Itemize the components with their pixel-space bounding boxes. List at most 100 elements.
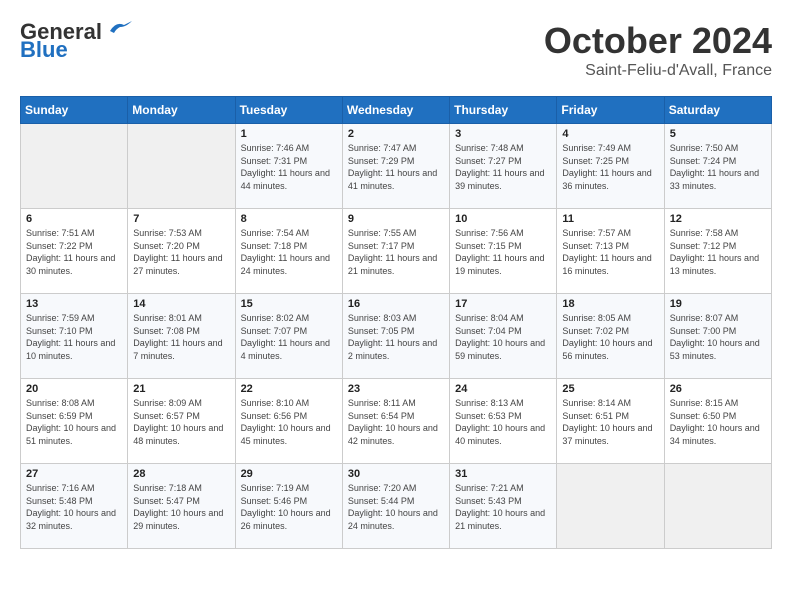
- calendar-cell: 6 Sunrise: 7:51 AMSunset: 7:22 PMDaylight…: [21, 209, 128, 294]
- day-info: Sunrise: 7:47 AMSunset: 7:29 PMDaylight:…: [348, 142, 444, 192]
- day-number: 6: [26, 213, 122, 225]
- calendar-cell: 11 Sunrise: 7:57 AMSunset: 7:13 PMDayligh…: [557, 209, 664, 294]
- calendar-cell: 24 Sunrise: 8:13 AMSunset: 6:53 PMDayligh…: [450, 379, 557, 464]
- day-info: Sunrise: 7:19 AMSunset: 5:46 PMDaylight:…: [241, 482, 337, 532]
- day-info: Sunrise: 7:54 AMSunset: 7:18 PMDaylight:…: [241, 227, 337, 277]
- day-number: 25: [562, 383, 658, 395]
- calendar-cell: 2Sunrise: 7:47 AMSunset: 7:29 PMDaylight…: [342, 124, 449, 209]
- header-sunday: Sunday: [21, 97, 128, 124]
- day-number: 15: [241, 298, 337, 310]
- day-number: 16: [348, 298, 444, 310]
- calendar-cell: 26Sunrise: 8:15 AMSunset: 6:50 PMDayligh…: [664, 379, 771, 464]
- day-info: Sunrise: 7:18 AMSunset: 5:47 PMDaylight:…: [133, 482, 229, 532]
- day-info: Sunrise: 8:03 AMSunset: 7:05 PMDaylight:…: [348, 312, 444, 362]
- calendar-cell: 27 Sunrise: 7:16 AMSunset: 5:48 PMDayligh…: [21, 464, 128, 549]
- calendar-header-row: SundayMondayTuesdayWednesdayThursdayFrid…: [21, 97, 772, 124]
- week-row-2: 6 Sunrise: 7:51 AMSunset: 7:22 PMDaylight…: [21, 209, 772, 294]
- day-info: Sunrise: 8:09 AMSunset: 6:57 PMDaylight:…: [133, 397, 229, 447]
- month-title: October 2024: [544, 20, 772, 62]
- week-row-4: 20 Sunrise: 8:08 AMSunset: 6:59 PMDayligh…: [21, 379, 772, 464]
- day-info: Sunrise: 7:53 AMSunset: 7:20 PMDaylight:…: [133, 227, 229, 277]
- day-info: Sunrise: 8:07 AMSunset: 7:00 PMDaylight:…: [670, 312, 766, 362]
- calendar-cell: 13 Sunrise: 7:59 AMSunset: 7:10 PMDayligh…: [21, 294, 128, 379]
- page-header: General Blue October 2024 Saint-Feliu-d'…: [20, 20, 772, 80]
- day-info: Sunrise: 7:16 AMSunset: 5:48 PMDaylight:…: [26, 482, 122, 532]
- day-number: 13: [26, 298, 122, 310]
- calendar-cell: 17Sunrise: 8:04 AMSunset: 7:04 PMDayligh…: [450, 294, 557, 379]
- day-info: Sunrise: 8:05 AMSunset: 7:02 PMDaylight:…: [562, 312, 658, 362]
- calendar-cell: 31Sunrise: 7:21 AMSunset: 5:43 PMDayligh…: [450, 464, 557, 549]
- day-info: Sunrise: 8:14 AMSunset: 6:51 PMDaylight:…: [562, 397, 658, 447]
- calendar-cell: 9 Sunrise: 7:55 AMSunset: 7:17 PMDaylight…: [342, 209, 449, 294]
- calendar-cell: 21 Sunrise: 8:09 AMSunset: 6:57 PMDayligh…: [128, 379, 235, 464]
- header-friday: Friday: [557, 97, 664, 124]
- day-info: Sunrise: 7:57 AMSunset: 7:13 PMDaylight:…: [562, 227, 658, 277]
- day-info: Sunrise: 7:59 AMSunset: 7:10 PMDaylight:…: [26, 312, 122, 362]
- calendar-cell: [664, 464, 771, 549]
- week-row-3: 13 Sunrise: 7:59 AMSunset: 7:10 PMDayligh…: [21, 294, 772, 379]
- day-number: 20: [26, 383, 122, 395]
- calendar-cell: 25 Sunrise: 8:14 AMSunset: 6:51 PMDayligh…: [557, 379, 664, 464]
- day-info: Sunrise: 8:02 AMSunset: 7:07 PMDaylight:…: [241, 312, 337, 362]
- calendar-cell: 20 Sunrise: 8:08 AMSunset: 6:59 PMDayligh…: [21, 379, 128, 464]
- calendar-cell: 30Sunrise: 7:20 AMSunset: 5:44 PMDayligh…: [342, 464, 449, 549]
- calendar-cell: 16 Sunrise: 8:03 AMSunset: 7:05 PMDayligh…: [342, 294, 449, 379]
- day-number: 22: [241, 383, 337, 395]
- header-saturday: Saturday: [664, 97, 771, 124]
- calendar-cell: 28 Sunrise: 7:18 AMSunset: 5:47 PMDayligh…: [128, 464, 235, 549]
- header-tuesday: Tuesday: [235, 97, 342, 124]
- calendar-cell: 5Sunrise: 7:50 AMSunset: 7:24 PMDaylight…: [664, 124, 771, 209]
- day-number: 24: [455, 383, 551, 395]
- day-info: Sunrise: 7:55 AMSunset: 7:17 PMDaylight:…: [348, 227, 444, 277]
- week-row-1: 1 Sunrise: 7:46 AMSunset: 7:31 PMDaylight…: [21, 124, 772, 209]
- week-row-5: 27 Sunrise: 7:16 AMSunset: 5:48 PMDayligh…: [21, 464, 772, 549]
- header-wednesday: Wednesday: [342, 97, 449, 124]
- day-number: 7: [133, 213, 229, 225]
- day-number: 17: [455, 298, 551, 310]
- calendar-cell: 7 Sunrise: 7:53 AMSunset: 7:20 PMDaylight…: [128, 209, 235, 294]
- day-info: Sunrise: 8:13 AMSunset: 6:53 PMDaylight:…: [455, 397, 551, 447]
- day-info: Sunrise: 8:11 AMSunset: 6:54 PMDaylight:…: [348, 397, 444, 447]
- day-number: 10: [455, 213, 551, 225]
- day-info: Sunrise: 8:01 AMSunset: 7:08 PMDaylight:…: [133, 312, 229, 362]
- day-number: 11: [562, 213, 658, 225]
- calendar-cell: 19 Sunrise: 8:07 AMSunset: 7:00 PMDayligh…: [664, 294, 771, 379]
- location-subtitle: Saint-Feliu-d'Avall, France: [544, 62, 772, 80]
- day-number: 9: [348, 213, 444, 225]
- calendar-cell: 18 Sunrise: 8:05 AMSunset: 7:02 PMDayligh…: [557, 294, 664, 379]
- day-number: 8: [241, 213, 337, 225]
- day-info: Sunrise: 7:51 AMSunset: 7:22 PMDaylight:…: [26, 227, 122, 277]
- calendar-table: SundayMondayTuesdayWednesdayThursdayFrid…: [20, 96, 772, 549]
- header-monday: Monday: [128, 97, 235, 124]
- day-info: Sunrise: 7:48 AMSunset: 7:27 PMDaylight:…: [455, 142, 551, 192]
- calendar-cell: 12Sunrise: 7:58 AMSunset: 7:12 PMDayligh…: [664, 209, 771, 294]
- day-number: 5: [670, 128, 766, 140]
- header-thursday: Thursday: [450, 97, 557, 124]
- day-number: 28: [133, 468, 229, 480]
- calendar-cell: 4 Sunrise: 7:49 AMSunset: 7:25 PMDaylight…: [557, 124, 664, 209]
- day-info: Sunrise: 8:08 AMSunset: 6:59 PMDaylight:…: [26, 397, 122, 447]
- calendar-cell: 1 Sunrise: 7:46 AMSunset: 7:31 PMDaylight…: [235, 124, 342, 209]
- calendar-cell: 14Sunrise: 8:01 AMSunset: 7:08 PMDayligh…: [128, 294, 235, 379]
- day-number: 1: [241, 128, 337, 140]
- day-info: Sunrise: 7:46 AMSunset: 7:31 PMDaylight:…: [241, 142, 337, 192]
- calendar-cell: [21, 124, 128, 209]
- calendar-cell: 10Sunrise: 7:56 AMSunset: 7:15 PMDayligh…: [450, 209, 557, 294]
- title-section: October 2024 Saint-Feliu-d'Avall, France: [544, 20, 772, 80]
- calendar-cell: 8 Sunrise: 7:54 AMSunset: 7:18 PMDaylight…: [235, 209, 342, 294]
- day-number: 21: [133, 383, 229, 395]
- day-number: 18: [562, 298, 658, 310]
- calendar-cell: 23Sunrise: 8:11 AMSunset: 6:54 PMDayligh…: [342, 379, 449, 464]
- day-number: 27: [26, 468, 122, 480]
- day-info: Sunrise: 7:49 AMSunset: 7:25 PMDaylight:…: [562, 142, 658, 192]
- logo-blue: Blue: [20, 38, 68, 62]
- day-number: 12: [670, 213, 766, 225]
- day-number: 26: [670, 383, 766, 395]
- calendar-cell: 15 Sunrise: 8:02 AMSunset: 7:07 PMDayligh…: [235, 294, 342, 379]
- calendar-cell: 29 Sunrise: 7:19 AMSunset: 5:46 PMDayligh…: [235, 464, 342, 549]
- day-number: 4: [562, 128, 658, 140]
- day-number: 19: [670, 298, 766, 310]
- logo: General Blue: [20, 20, 134, 62]
- day-number: 29: [241, 468, 337, 480]
- calendar-cell: [557, 464, 664, 549]
